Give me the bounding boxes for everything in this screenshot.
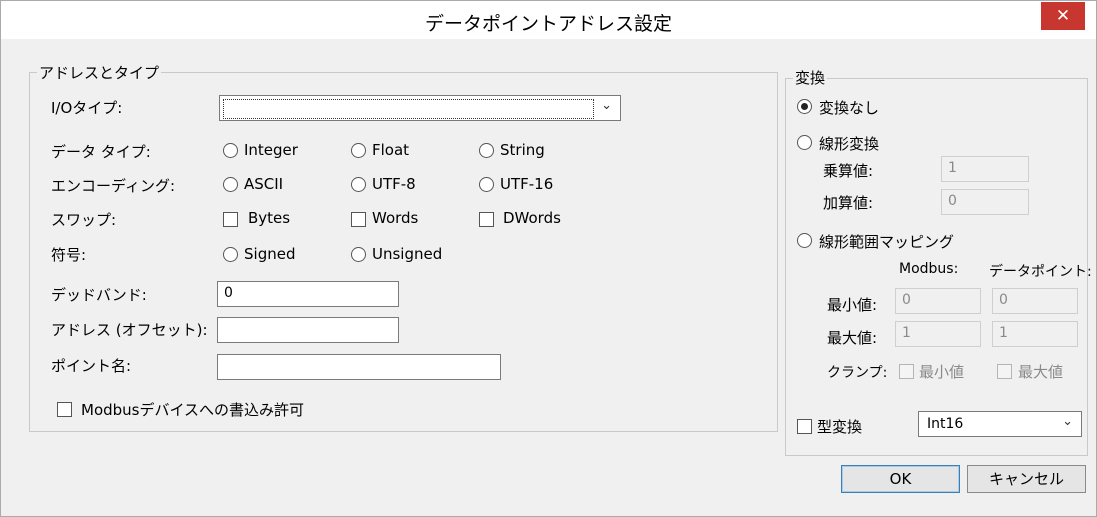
radio-float[interactable] — [351, 143, 366, 158]
check-bytes[interactable] — [223, 212, 238, 227]
clamp-max-checkbox[interactable] — [997, 364, 1012, 379]
col-datapoint-header: データポイント: — [989, 264, 1092, 280]
radio-range-mapping-label: 線形範囲マッピング — [819, 233, 955, 251]
chevron-down-icon: ⌄ — [1062, 414, 1073, 429]
io-type-label: I/Oタイプ: — [51, 99, 123, 117]
focus-rect — [223, 99, 594, 119]
min-label: 最小値: — [827, 296, 878, 314]
swap-label: スワップ: — [51, 211, 117, 229]
multiplier-input[interactable]: 1 — [941, 156, 1029, 182]
radio-integer-label: Integer — [244, 141, 298, 159]
radio-float-label: Float — [372, 141, 410, 159]
deadband-input[interactable]: 0 — [217, 281, 399, 307]
radio-no-conversion-label: 変換なし — [819, 99, 880, 117]
write-permit-label: Modbusデバイスへの書込み許可 — [81, 401, 305, 419]
radio-string[interactable] — [479, 143, 494, 158]
point-name-input[interactable] — [217, 354, 501, 380]
clamp-min-label: 最小値 — [919, 363, 965, 381]
data-type-label: データ タイプ: — [51, 143, 151, 161]
modbus-max-input[interactable]: 1 — [895, 321, 981, 347]
radio-utf16[interactable] — [479, 177, 494, 192]
radio-signed[interactable] — [223, 247, 238, 262]
radio-no-conversion[interactable] — [797, 99, 812, 114]
address-label: アドレス (オフセット): — [51, 321, 208, 339]
io-type-select[interactable]: ⌄ — [219, 95, 621, 121]
type-conversion-label: 型変換 — [817, 418, 863, 436]
conversion-legend: 変換 — [793, 67, 828, 88]
clamp-label: クランプ: — [827, 365, 888, 381]
radio-unsigned[interactable] — [351, 247, 366, 262]
check-words-label: Words — [372, 209, 419, 227]
clamp-max-label: 最大値 — [1018, 363, 1064, 381]
multiplier-label: 乗算値: — [823, 162, 874, 180]
clamp-min-checkbox[interactable] — [899, 364, 914, 379]
radio-unsigned-label: Unsigned — [372, 245, 443, 263]
address-input[interactable] — [217, 317, 399, 343]
type-conversion-checkbox[interactable] — [797, 419, 812, 434]
write-permit-checkbox[interactable] — [57, 402, 72, 417]
max-label: 最大値: — [827, 329, 878, 347]
address-type-legend: アドレスとタイプ — [37, 62, 162, 83]
adder-input[interactable]: 0 — [941, 189, 1029, 215]
radio-utf16-label: UTF-16 — [500, 175, 554, 193]
modbus-min-input[interactable]: 0 — [895, 288, 981, 314]
check-words[interactable] — [351, 212, 366, 227]
check-dwords-label: DWords — [503, 209, 561, 227]
radio-range-mapping[interactable] — [797, 233, 812, 248]
encoding-label: エンコーディング: — [51, 177, 176, 195]
point-name-label: ポイント名: — [51, 357, 132, 375]
title-bar: データポイントアドレス設定 ✕ — [1, 1, 1096, 39]
radio-linear-label: 線形変換 — [819, 135, 880, 153]
type-conversion-select[interactable]: Int16 ⌄ — [918, 411, 1082, 437]
radio-utf8-label: UTF-8 — [372, 175, 416, 193]
radio-linear[interactable] — [797, 135, 812, 150]
deadband-label: デッドバンド: — [51, 286, 147, 304]
dialog-window: データポイントアドレス設定 ✕ アドレスとタイプ I/Oタイプ: ⌄ データ タ… — [0, 0, 1097, 517]
radio-ascii[interactable] — [223, 177, 238, 192]
type-conversion-value: Int16 — [927, 416, 964, 432]
radio-string-label: String — [500, 141, 545, 159]
radio-signed-label: Signed — [244, 245, 296, 263]
ok-button[interactable]: OK — [841, 465, 960, 493]
datapoint-max-input[interactable]: 1 — [992, 321, 1078, 347]
chevron-down-icon: ⌄ — [601, 98, 612, 113]
adder-label: 加算値: — [823, 194, 874, 212]
radio-integer[interactable] — [223, 143, 238, 158]
radio-utf8[interactable] — [351, 177, 366, 192]
datapoint-min-input[interactable]: 0 — [992, 288, 1078, 314]
check-bytes-label: Bytes — [248, 209, 291, 227]
window-title: データポイントアドレス設定 — [424, 13, 672, 35]
cancel-button[interactable]: キャンセル — [967, 465, 1086, 493]
check-dwords[interactable] — [479, 212, 494, 227]
col-modbus-header: Modbus: — [899, 261, 959, 277]
radio-ascii-label: ASCII — [244, 175, 284, 193]
sign-label: 符号: — [51, 246, 87, 264]
close-icon[interactable]: ✕ — [1041, 2, 1085, 30]
